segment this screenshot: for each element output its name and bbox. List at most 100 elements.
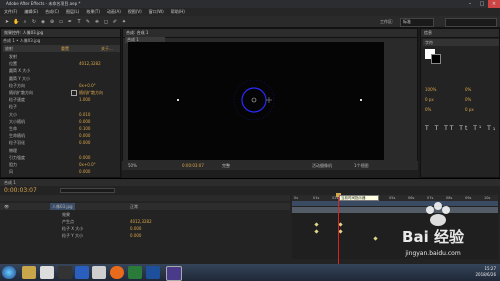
timeline-property-row[interactable]: 粒子 X 大小 0.000 [0,225,290,232]
menu-file[interactable]: 文件(F) [4,9,17,15]
keyframe[interactable] [338,229,343,234]
fx-property-row[interactable]: 随机扩散方向 随机扩散方向 [3,89,115,96]
ie-icon[interactable] [75,266,89,279]
menu-animation[interactable]: 动画(A) [107,9,121,15]
eraser-tool-icon[interactable]: ◻ [103,19,109,25]
viewer-time[interactable]: 0:00:03:07 [182,161,204,170]
fx-property-row[interactable]: 大小随机 0.000 [3,118,115,125]
fx-reset-button[interactable]: 重置 [61,45,69,52]
zoom-tool-icon[interactable]: ⌕ [22,19,28,25]
fx-property-row[interactable]: 大小 0.010 [3,111,115,118]
fx-property-value[interactable]: 0.000 [79,154,90,161]
roto-brush-tool-icon[interactable]: ✐ [112,19,118,25]
firefox-icon[interactable] [110,266,124,279]
fx-property-row[interactable]: 生命随机 0.000 [3,132,115,139]
layer-handle-left[interactable] [177,99,179,101]
layer-handle-right[interactable] [360,99,362,101]
tab-timeline-comp[interactable]: 合成 1 [4,180,16,186]
fx-property-row[interactable]: 粒子 [3,103,115,110]
fx-property-row[interactable]: 风 0.000 [3,168,115,175]
current-time-display[interactable]: 0:00:03:07 [4,187,37,194]
brush-tool-icon[interactable]: ✎ [85,19,91,25]
fx-property-row[interactable]: 阻力 0x+0.0° [3,161,115,168]
selection-tool-icon[interactable]: ➤ [4,19,10,25]
tab-composition[interactable]: 合成: 合成 1 [126,30,148,36]
fx-property-row[interactable]: 粒子速度 1.000 [3,96,115,103]
tab-effect-controls[interactable]: 效果控件: 人像03.jpg [4,30,43,36]
photoshop-icon[interactable] [146,266,160,279]
pan-behind-tool-icon[interactable]: ⊕ [49,19,55,25]
text-tool-icon[interactable]: T [76,19,82,25]
baseline-value[interactable]: 0 px [425,97,434,102]
text-style-buttons[interactable]: T T TT Tt T¹ T₁ [425,125,497,132]
fx-property-value[interactable]: 4012,3282 [79,60,101,67]
rotate-tool-icon[interactable]: ↻ [31,19,37,25]
after-effects-icon[interactable] [166,266,182,281]
menu-effect[interactable]: 效果(T) [86,9,100,15]
fx-property-row[interactable]: 生命 0.100 [3,125,115,132]
menu-help[interactable]: 帮助(H) [171,9,185,15]
menu-edit[interactable]: 编辑(E) [24,9,38,15]
menu-view[interactable]: 视图(V) [128,9,142,15]
fx-property-value[interactable]: 0.000 [79,132,90,139]
fx-property-value[interactable]: 0.000 [79,118,90,125]
layer-name[interactable]: 人像03.jpg [50,203,75,210]
zoom-level[interactable]: 50% [128,161,137,170]
layer-search-input[interactable] [60,188,115,193]
start-button-icon[interactable] [2,266,16,279]
keyframe[interactable] [373,236,378,241]
timeline-property-value[interactable]: 4012,3282 [130,218,152,225]
fx-property-row[interactable]: 粒子方向 0x+0.0° [3,82,115,89]
layer-row[interactable]: 👁 人像03.jpg 正常 [0,203,290,210]
fx-property-row[interactable]: 位置 4012,3282 [3,60,115,67]
fx-property-row[interactable]: 粒子羽化 0.000 [3,139,115,146]
rectangle-tool-icon[interactable]: ▭ [58,19,64,25]
fx-about-button[interactable]: 关于... [101,45,113,52]
fx-property-value[interactable]: 0.000 [79,168,90,175]
fx-property-row[interactable]: 引力强度 0.000 [3,154,115,161]
visibility-eye-icon[interactable]: 👁 [4,203,9,210]
timeline-property-row[interactable]: 产生点 4012,3282 [0,218,290,225]
search-help-input[interactable] [445,18,497,27]
fx-property-value[interactable]: 随机扩散方向 [79,89,103,96]
fx-property-value[interactable]: 0x+0.0° [79,82,96,89]
taskbar-clock[interactable]: 15:27 2018/6/26 [475,266,496,278]
font-size-scale[interactable]: 100% [425,87,436,92]
timeline-property-value[interactable]: 0.000 [130,232,141,239]
file-explorer-icon[interactable] [22,266,36,279]
views-select[interactable]: 1个视图 [354,161,369,170]
tab-character[interactable]: 字符 [423,39,499,46]
fx-property-value[interactable]: 0.000 [79,139,90,146]
fx-property-value[interactable]: 0.010 [79,111,90,118]
pen-tool-icon[interactable]: ✒ [67,19,73,25]
fx-checkbox[interactable] [71,90,77,96]
minimize-button[interactable]: – [464,0,476,8]
media-player-icon[interactable] [40,266,54,279]
menu-layer[interactable]: 图层(L) [66,9,79,15]
clone-stamp-tool-icon[interactable]: ⎈ [94,19,100,25]
menu-composition[interactable]: 合成(C) [45,9,59,15]
keyframe[interactable] [314,229,319,234]
folder-app-icon[interactable] [92,266,106,279]
layer-mode[interactable]: 正常 [130,203,138,210]
camera-tool-icon[interactable]: ◈ [40,19,46,25]
vertical-scale-value[interactable]: 0 px [465,107,474,112]
fx-property-value[interactable]: 1.000 [79,96,90,103]
fx-property-value[interactable]: 0x+0.0° [79,161,96,168]
anchor-point-icon[interactable] [251,97,257,103]
tsume-value[interactable]: 0% [465,97,471,102]
stroke-color-swatch[interactable] [431,54,441,64]
timeline-property-value[interactable]: 0.000 [130,225,141,232]
resolution-select[interactable]: 完整 [222,161,230,170]
timeline-property-row[interactable]: 粒子 Y 大小 0.000 [0,232,290,239]
timeline-property-row[interactable]: 效果 [0,211,290,218]
keyframe[interactable] [314,222,319,227]
hand-tool-icon[interactable]: ✋ [13,19,19,25]
current-time-indicator[interactable] [338,195,339,265]
qq-icon[interactable] [58,266,72,279]
composition-canvas[interactable] [128,42,384,160]
player-app-icon[interactable] [128,266,142,279]
fx-property-row[interactable]: 圆筒 Y 大小 [3,75,115,82]
fx-property-row[interactable]: 物理 [3,147,115,154]
fx-property-value[interactable]: 0.100 [79,125,90,132]
